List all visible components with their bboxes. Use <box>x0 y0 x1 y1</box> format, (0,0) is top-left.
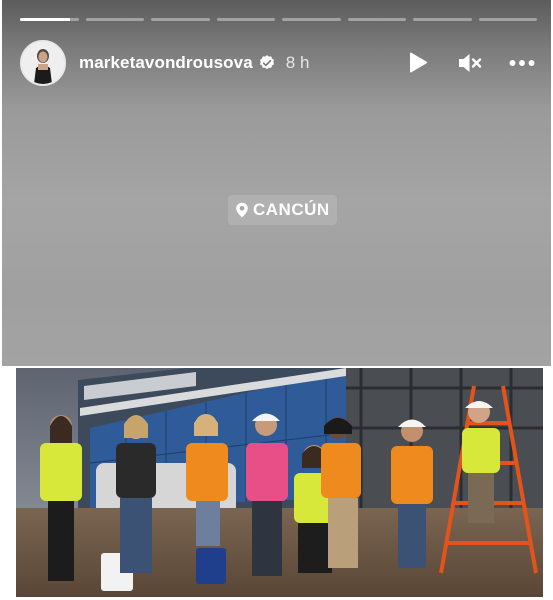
more-horizontal-icon <box>509 60 535 66</box>
play-icon <box>410 52 428 73</box>
more-options-button[interactable] <box>509 50 535 76</box>
story-photo <box>16 368 543 597</box>
story-timestamp: 8 h <box>285 53 310 72</box>
story-progress-bar <box>20 18 537 21</box>
story-viewer[interactable]: marketavondrousova 8 h CANCÚN <box>2 0 551 600</box>
progress-segment-5 <box>282 18 341 21</box>
progress-segment-6 <box>347 18 406 21</box>
progress-segment-4 <box>216 18 275 21</box>
avatar[interactable] <box>20 40 66 86</box>
story-controls <box>405 50 535 76</box>
progress-segment-3 <box>151 18 210 21</box>
story-header: marketavondrousova 8 h <box>20 40 535 86</box>
location-sticker[interactable]: CANCÚN <box>228 195 337 225</box>
muted-speaker-icon <box>459 54 482 72</box>
progress-segment-8 <box>478 18 537 21</box>
progress-segment-2 <box>85 18 144 21</box>
progress-segment-7 <box>413 18 472 21</box>
play-button[interactable] <box>405 50 431 76</box>
progress-segment-1 <box>20 18 79 21</box>
verified-badge-icon <box>258 54 276 72</box>
username[interactable]: marketavondrousova <box>79 53 253 73</box>
location-pin-icon <box>236 202 248 218</box>
mute-button[interactable] <box>457 50 483 76</box>
location-label: CANCÚN <box>253 200 330 219</box>
